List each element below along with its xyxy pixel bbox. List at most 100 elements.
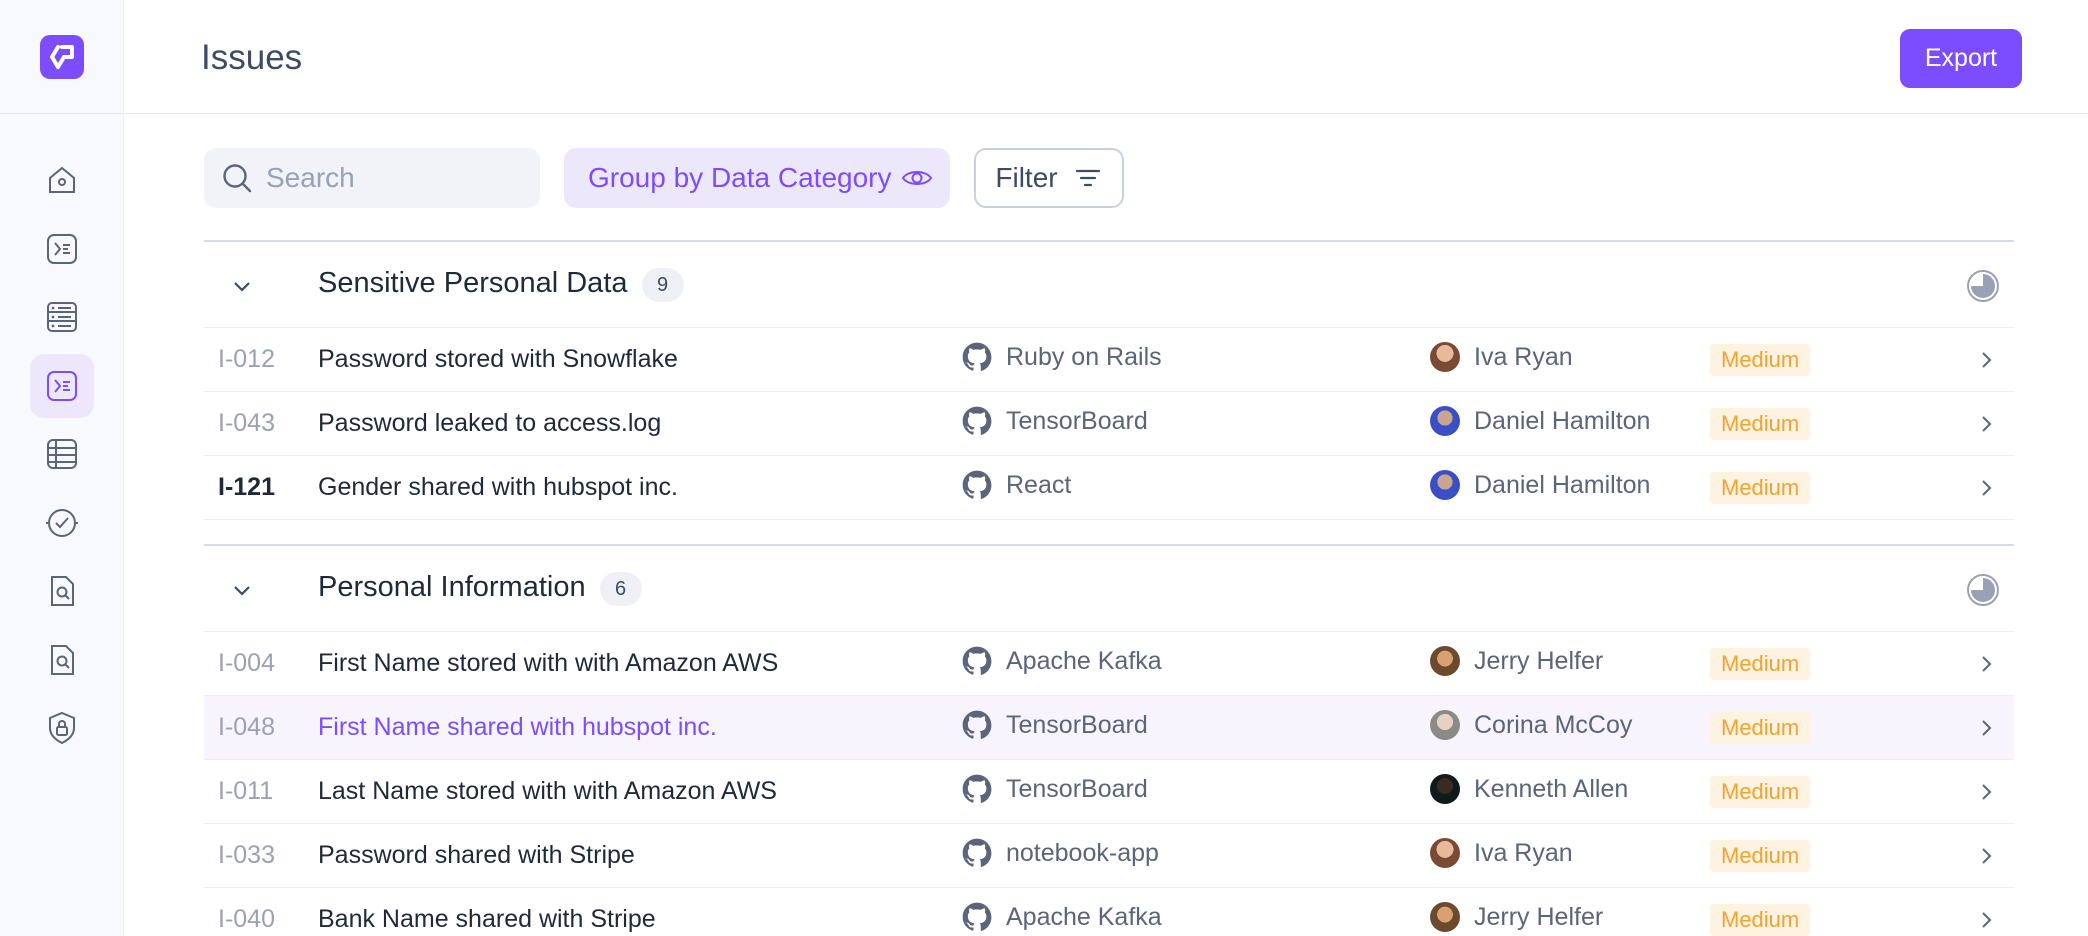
- group-header[interactable]: Personal Information 6: [204, 544, 2014, 632]
- chevron-right-icon[interactable]: [1974, 844, 1998, 868]
- nav-item-audits[interactable]: [30, 628, 94, 692]
- group-by-label: Group by Data Category: [588, 162, 892, 193]
- repo-name: React: [1006, 470, 1072, 499]
- table-row[interactable]: I-004 First Name stored with with Amazon…: [204, 632, 2014, 696]
- issue-title[interactable]: Bank Name shared with Stripe: [318, 905, 656, 934]
- issue-title[interactable]: First Name shared with hubspot inc.: [318, 713, 717, 742]
- filter-button[interactable]: Filter: [973, 148, 1124, 208]
- owner: Iva Ryan: [1430, 342, 1573, 372]
- owner: Corina McCoy: [1430, 710, 1632, 740]
- nav-item-issues[interactable]: [29, 353, 94, 418]
- nav-item-console[interactable]: [30, 217, 94, 281]
- filter-icon: [1075, 169, 1100, 187]
- issue-id: I-033: [218, 841, 275, 869]
- github-icon: [962, 902, 992, 931]
- avatar: [1430, 646, 1460, 676]
- owner: Daniel Hamilton: [1430, 470, 1650, 500]
- search-input[interactable]: Search: [204, 148, 540, 208]
- repo-name: TensorBoard: [1006, 406, 1148, 435]
- group-header[interactable]: Sensitive Personal Data 9: [204, 240, 2014, 328]
- filter-label: Filter: [995, 162, 1058, 193]
- issue-title[interactable]: Password shared with Stripe: [318, 841, 635, 870]
- repo-name: notebook-app: [1006, 838, 1159, 867]
- check-circle-icon: [45, 508, 78, 537]
- owner-name: Daniel Hamilton: [1474, 406, 1651, 435]
- chevron-right-icon[interactable]: [1974, 412, 1998, 436]
- table-row[interactable]: I-048 First Name shared with hubspot inc…: [204, 696, 2014, 760]
- table-row[interactable]: I-011 Last Name stored with with Amazon …: [204, 760, 2014, 824]
- table-icon: [46, 439, 77, 469]
- github-icon: [962, 838, 992, 867]
- nav-item-checks[interactable]: [30, 491, 94, 555]
- issue-title[interactable]: Last Name stored with with Amazon AWS: [318, 777, 777, 806]
- issue-title[interactable]: Gender shared with hubspot inc.: [318, 473, 678, 502]
- severity-badge: Medium: [1710, 648, 1811, 680]
- count-badge: 6: [599, 571, 642, 606]
- owner-name: Kenneth Allen: [1474, 774, 1629, 803]
- issue-title[interactable]: Password stored with Snowflake: [318, 345, 678, 374]
- repo-name: TensorBoard: [1006, 710, 1148, 739]
- github-icon: [962, 646, 992, 675]
- toolbar: Search Group by Data Category Filter: [204, 148, 1124, 208]
- shield-lock-icon: [48, 711, 75, 745]
- repo: TensorBoard: [962, 406, 1148, 436]
- repo: React: [962, 470, 1071, 500]
- nav-item-security[interactable]: [30, 696, 94, 760]
- table-row[interactable]: I-033 Password shared with Stripe notebo…: [204, 824, 2014, 888]
- severity-badge: Medium: [1710, 408, 1811, 440]
- chevron-down-icon[interactable]: [228, 272, 256, 300]
- repo: Apache Kafka: [962, 902, 1162, 932]
- owner-name: Corina McCoy: [1474, 710, 1633, 739]
- severity-badge: Medium: [1710, 904, 1811, 936]
- app-logo[interactable]: [39, 34, 84, 79]
- owner-name: Daniel Hamilton: [1474, 470, 1651, 499]
- repo: Apache Kafka: [962, 646, 1162, 676]
- export-button[interactable]: Export: [1900, 29, 2022, 88]
- chevron-right-icon[interactable]: [1974, 652, 1998, 676]
- group-by-button[interactable]: Group by Data Category: [564, 148, 950, 208]
- issue-id: I-121: [218, 473, 275, 501]
- group-title-text: Personal Information: [318, 571, 586, 604]
- avatar: [1430, 470, 1460, 500]
- chevron-right-icon[interactable]: [1974, 780, 1998, 804]
- severity-badge: Medium: [1710, 840, 1811, 872]
- issue-title[interactable]: First Name stored with with Amazon AWS: [318, 649, 778, 678]
- table-row[interactable]: I-012 Password stored with Snowflake Rub…: [204, 328, 2014, 392]
- chevron-down-icon[interactable]: [228, 576, 256, 604]
- avatar: [1430, 902, 1460, 932]
- avatar: [1430, 406, 1460, 436]
- server-icon: [46, 302, 77, 332]
- repo-name: Apache Kafka: [1006, 646, 1162, 675]
- severity-badge: Medium: [1710, 776, 1811, 808]
- avatar: [1430, 710, 1460, 740]
- owner-name: Jerry Helfer: [1474, 646, 1604, 675]
- github-icon: [962, 710, 992, 739]
- chevron-right-icon[interactable]: [1974, 908, 1998, 932]
- chevron-right-icon[interactable]: [1974, 476, 1998, 500]
- table-row[interactable]: I-040 Bank Name shared with Stripe Apach…: [204, 888, 2014, 936]
- nav-item-home[interactable]: [30, 148, 94, 212]
- owner-name: Iva Ryan: [1474, 342, 1573, 371]
- table-row[interactable]: I-121 Gender shared with hubspot inc. Re…: [204, 456, 2014, 520]
- chevron-right-icon[interactable]: [1974, 348, 1998, 372]
- github-icon: [962, 470, 992, 499]
- repo-name: TensorBoard: [1006, 774, 1148, 803]
- repo: TensorBoard: [962, 774, 1148, 804]
- chevron-right-icon[interactable]: [1974, 716, 1998, 740]
- home-icon: [48, 166, 75, 193]
- group-title: Personal Information 6: [318, 571, 642, 606]
- severity-badge: Medium: [1710, 472, 1811, 504]
- repo: TensorBoard: [962, 710, 1148, 740]
- group-title-text: Sensitive Personal Data: [318, 267, 628, 300]
- nav-item-servers[interactable]: [30, 285, 94, 349]
- owner: Kenneth Allen: [1430, 774, 1628, 804]
- issue-id: I-004: [218, 649, 275, 677]
- page-title: Issues: [201, 38, 303, 77]
- nav-item-reports[interactable]: [30, 559, 94, 623]
- issue-title[interactable]: Password leaked to access.log: [318, 409, 661, 438]
- nav-item-tables[interactable]: [30, 422, 94, 486]
- issues-table: Sensitive Personal Data 9 I-012 Password …: [204, 240, 2014, 936]
- github-icon: [962, 342, 992, 371]
- table-row[interactable]: I-043 Password leaked to access.log Tens…: [204, 392, 2014, 456]
